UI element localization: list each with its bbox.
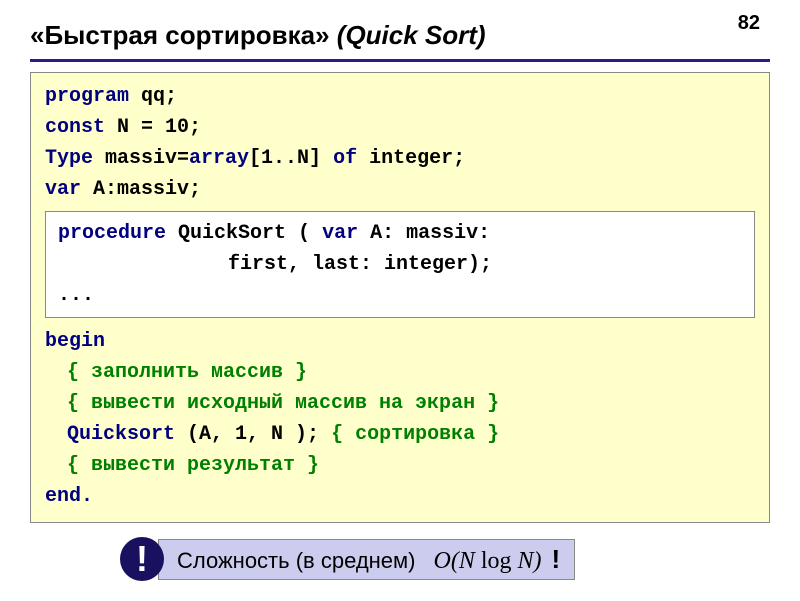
code-line: end. bbox=[45, 481, 755, 512]
page-number: 82 bbox=[738, 12, 760, 35]
slide-title: «Быстрая сортировка» (Quick Sort) bbox=[30, 20, 770, 51]
title-ru: «Быстрая сортировка» bbox=[30, 20, 330, 50]
code-comment: { заполнить массив } bbox=[45, 357, 755, 388]
code-comment: { вывести результат } bbox=[45, 450, 755, 481]
title-underline bbox=[30, 59, 770, 62]
code-line: Type massiv=array[1..N] of integer; bbox=[45, 143, 755, 174]
complexity-box: Сложность (в среднем) O(N log N) ! bbox=[158, 539, 575, 580]
code-line: ... bbox=[58, 280, 742, 311]
exclamation-badge: ! bbox=[120, 537, 164, 581]
code-line: Quicksort (A, 1, N ); { сортировка } bbox=[45, 419, 755, 450]
exclamation-mark: ! bbox=[552, 544, 561, 575]
big-o-notation: O(N log N) bbox=[434, 548, 542, 575]
complexity-label: Сложность (в среднем) bbox=[177, 548, 416, 574]
code-block-inner: procedure QuickSort ( var A: massiv: fir… bbox=[45, 211, 755, 318]
code-line: program qq; bbox=[45, 81, 755, 112]
slide: 82 «Быстрая сортировка» (Quick Sort) pro… bbox=[0, 0, 800, 601]
code-block-outer: program qq; const N = 10; Type massiv=ar… bbox=[30, 72, 770, 523]
title-en: (Quick Sort) bbox=[337, 20, 486, 50]
code-comment: { вывести исходный массив на экран } bbox=[45, 388, 755, 419]
code-line: const N = 10; bbox=[45, 112, 755, 143]
footer-complexity: ! Сложность (в среднем) O(N log N) ! bbox=[30, 537, 770, 581]
code-line: var A:massiv; bbox=[45, 174, 755, 205]
code-line: first, last: integer); bbox=[58, 249, 742, 280]
code-line: procedure QuickSort ( var A: massiv: bbox=[58, 218, 742, 249]
code-line: begin bbox=[45, 326, 755, 357]
